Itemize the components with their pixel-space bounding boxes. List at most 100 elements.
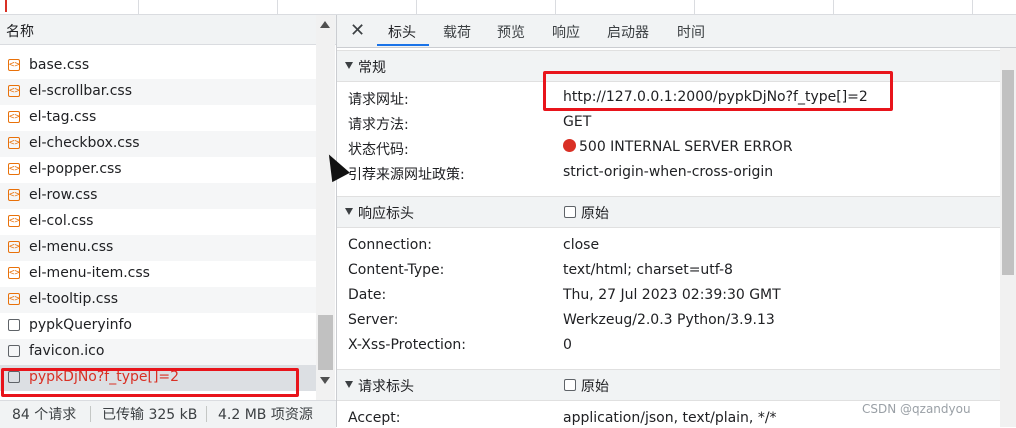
css-file-icon: <> [8,241,20,253]
raw-checkbox[interactable] [564,379,576,391]
request-name: el-col.css [29,213,94,229]
request-count: 84 个请求 [12,407,77,423]
section-title: 常规 [358,60,386,76]
tab-initiator[interactable]: 启动器 [607,22,649,42]
list-item[interactable]: <> el-tooltip.css [0,287,316,313]
css-file-icon: <> [8,293,20,305]
general-row: 状态代码: 500 INTERNAL SERVER ERROR [337,136,1000,161]
list-item[interactable]: <> el-tag.css [0,105,316,131]
header-value[interactable]: 0 [563,337,572,353]
expand-triangle-icon [345,381,353,388]
list-item[interactable]: <> el-col.css [0,209,316,235]
header-key: Server: [348,312,399,328]
document-icon [8,319,20,331]
css-file-icon: <> [8,137,20,149]
request-name: el-checkbox.css [29,135,140,151]
details-scrollbar[interactable] [1000,48,1016,427]
header-value[interactable]: close [563,237,599,253]
response-header-row: Server: Werkzeug/2.0.3 Python/3.9.13 [337,309,1000,334]
header-key: 请求方法: [348,117,409,133]
tab-preview[interactable]: 预览 [497,22,525,42]
expand-triangle-icon [345,208,353,215]
request-name: pypkQueryinfo [29,317,132,333]
scrollbar-thumb[interactable] [1002,70,1014,275]
list-item[interactable]: <> el-popper.css [0,157,316,183]
general-row: 引荐来源网址政策: strict-origin-when-cross-origi… [337,161,1000,186]
document-icon [8,345,20,357]
header-key: 请求网址: [348,92,409,108]
header-value[interactable]: application/json, text/plain, */* [563,410,777,426]
response-header-row: Date: Thu, 27 Jul 2023 02:39:30 GMT [337,284,1000,309]
request-details-panel: ✕ 标头 载荷 预览 响应 启动器 时间 常规 请求网址: http://127… [337,15,1016,427]
tab-payload[interactable]: 载荷 [443,22,471,42]
error-status-icon [563,139,576,152]
active-tab-indicator [377,44,429,46]
response-header-row: Connection: close [337,234,1000,259]
list-item[interactable]: favicon.ico [0,339,316,365]
general-row: 请求方法: GET [337,111,1000,136]
watermark: CSDN @qzandyou [862,402,971,416]
scroll-up-arrow-icon[interactable] [320,21,330,28]
request-name: el-menu.css [29,239,114,255]
css-file-icon: <> [8,163,20,175]
header-key: Content-Type: [348,262,445,278]
header-value[interactable]: Werkzeug/2.0.3 Python/3.9.13 [563,312,775,328]
status-code-value[interactable]: 500 INTERNAL SERVER ERROR [563,139,793,155]
request-list-scrollbar[interactable] [316,15,335,400]
css-file-icon: <> [8,85,20,97]
response-headers-section-header[interactable]: 响应标头 原始 [337,196,1000,228]
request-list: <> base.css <> el-scrollbar.css <> el-ta… [0,45,316,400]
raw-checkbox[interactable] [564,206,576,218]
scrollbar-thumb[interactable] [318,315,333,370]
list-item[interactable]: <> el-scrollbar.css [0,79,316,105]
request-headers-section-header[interactable]: 请求标头 原始 [337,369,1000,401]
header-value[interactable]: GET [563,114,591,130]
status-bar: 84 个请求 已传输 325 kB 4.2 MB 项资源 [0,400,336,428]
header-value[interactable]: text/html; charset=utf-8 [563,262,733,278]
transferred-size: 已传输 325 kB [102,407,198,423]
raw-checkbox-label[interactable]: 原始 [581,203,609,223]
section-title: 响应标头 [358,206,414,222]
request-name: el-menu-item.css [29,265,150,281]
header-key: X-Xss-Protection: [348,337,467,353]
list-item[interactable]: <> base.css [0,53,316,79]
request-name: el-row.css [29,187,98,203]
request-name: el-tooltip.css [29,291,119,307]
raw-checkbox-label[interactable]: 原始 [581,376,609,396]
header-value[interactable]: Thu, 27 Jul 2023 02:39:30 GMT [563,287,781,303]
request-name: base.css [29,57,90,73]
url-highlight-box [543,71,893,111]
css-file-icon: <> [8,111,20,123]
response-header-row: Content-Type: text/html; charset=utf-8 [337,259,1000,284]
close-icon[interactable]: ✕ [350,20,365,41]
name-column-header[interactable]: 名称 [0,15,336,45]
request-name: el-tag.css [29,109,97,125]
css-file-icon: <> [8,189,20,201]
header-value[interactable]: strict-origin-when-cross-origin [563,164,773,180]
list-item[interactable]: pypkQueryinfo [0,313,316,339]
status-text: 500 INTERNAL SERVER ERROR [579,139,793,155]
section-title: 请求标头 [358,379,414,395]
list-item[interactable]: <> el-menu.css [0,235,316,261]
header-key: Accept: [348,410,401,426]
scroll-down-arrow-icon[interactable] [320,377,330,384]
header-key: Connection: [348,237,432,253]
request-name: el-popper.css [29,161,122,177]
request-name: favicon.ico [29,343,105,359]
timeline-marker [5,0,7,12]
tab-response[interactable]: 响应 [552,22,580,42]
list-item[interactable]: <> el-menu-item.css [0,261,316,287]
tab-timing[interactable]: 时间 [677,22,705,42]
css-file-icon: <> [8,215,20,227]
timeline-strip [0,0,1016,15]
css-file-icon: <> [8,59,20,71]
name-column-title: 名称 [6,24,34,40]
request-list-panel: 名称 <> base.css <> el-scrollbar.css <> el… [0,15,337,428]
header-key: 引荐来源网址政策: [348,167,465,183]
details-tab-bar: ✕ 标头 载荷 预览 响应 启动器 时间 [337,15,1016,48]
header-key: 状态代码: [348,142,409,158]
tab-headers[interactable]: 标头 [388,22,416,42]
list-item[interactable]: <> el-checkbox.css [0,131,316,157]
list-item[interactable]: <> el-row.css [0,183,316,209]
highlight-box [1,368,299,397]
